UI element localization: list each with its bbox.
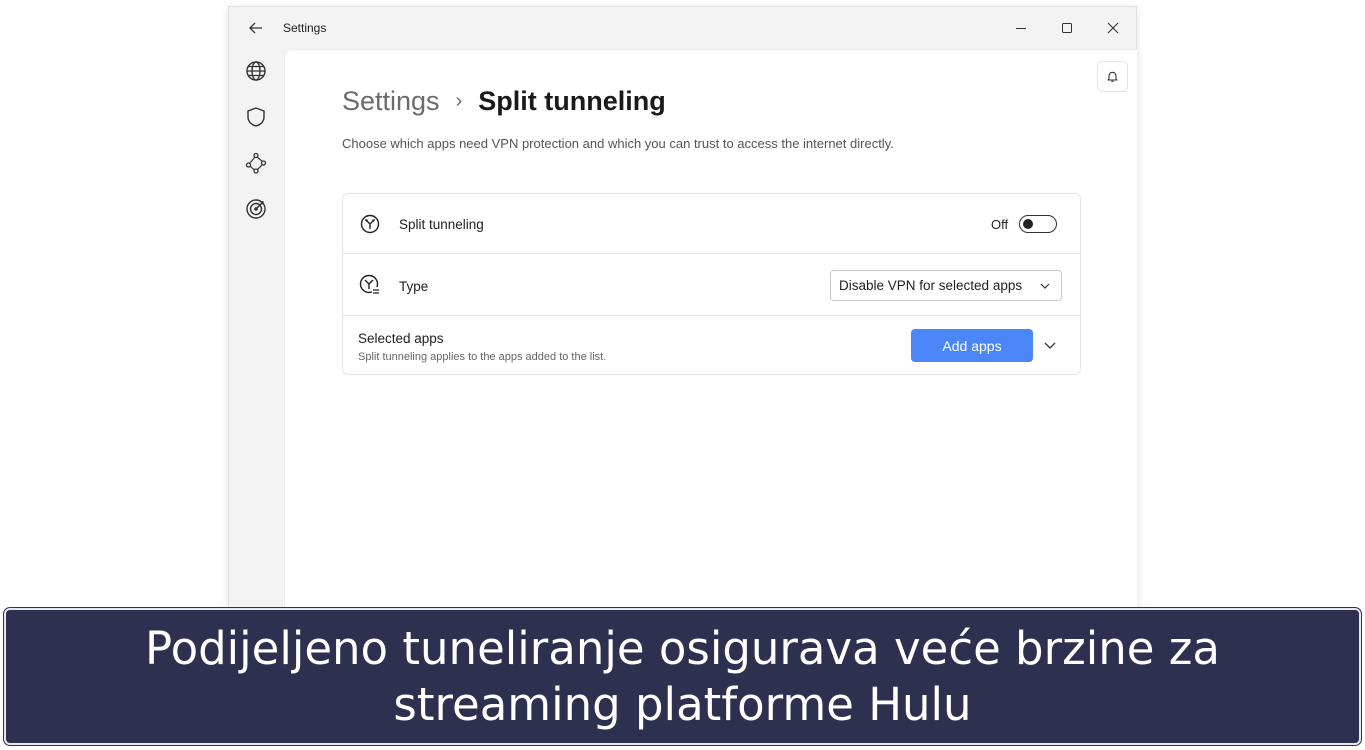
target-icon bbox=[246, 199, 266, 219]
split-tunneling-row-icon bbox=[359, 213, 381, 235]
expand-apps-button[interactable] bbox=[1039, 334, 1061, 356]
back-button[interactable] bbox=[245, 18, 267, 38]
network-nodes-icon bbox=[245, 152, 267, 174]
notifications-button[interactable] bbox=[1097, 61, 1128, 92]
selected-apps-subtitle: Split tunneling applies to the apps adde… bbox=[358, 351, 607, 363]
close-button[interactable] bbox=[1093, 15, 1133, 41]
title-bar: Settings bbox=[229, 7, 1136, 49]
selected-apps-title: Selected apps bbox=[358, 331, 444, 346]
globe-icon bbox=[246, 61, 266, 81]
sidebar-item-shield[interactable] bbox=[243, 104, 269, 130]
split-tunneling-label: Split tunneling bbox=[399, 217, 484, 232]
page-description: Choose which apps need VPN protection an… bbox=[342, 136, 894, 151]
maximize-icon bbox=[1062, 23, 1072, 33]
toggle-knob bbox=[1023, 218, 1033, 229]
shield-icon bbox=[247, 107, 265, 127]
bell-icon bbox=[1107, 71, 1118, 82]
page-title: Split tunneling bbox=[478, 86, 666, 116]
split-tunneling-toggle[interactable] bbox=[1019, 215, 1057, 233]
caption-banner: Podijeljeno tuneliranje osigurava veće b… bbox=[4, 608, 1361, 745]
sidebar-item-target[interactable] bbox=[243, 196, 269, 222]
breadcrumb-settings[interactable]: Settings bbox=[342, 86, 440, 117]
maximize-button[interactable] bbox=[1047, 15, 1087, 41]
sidebar-item-globe[interactable] bbox=[243, 58, 269, 84]
screenshot-stage: Settings Settings › Split tunneling Choo… bbox=[0, 0, 1365, 750]
chevron-down-icon bbox=[1040, 283, 1050, 289]
caption-line-1: Podijeljeno tuneliranje osigurava veće b… bbox=[145, 621, 1220, 675]
type-select-value: Disable VPN for selected apps bbox=[839, 278, 1023, 293]
add-apps-button[interactable]: Add apps bbox=[911, 329, 1033, 362]
chevron-down-icon bbox=[1044, 342, 1056, 349]
split-tunneling-row: Split tunneling Off bbox=[343, 194, 1080, 254]
settings-window: Settings Settings › Split tunneling Choo… bbox=[228, 6, 1137, 627]
window-title: Settings bbox=[283, 21, 327, 35]
sidebar-item-network[interactable] bbox=[243, 150, 269, 176]
breadcrumb: Settings › Split tunneling bbox=[342, 86, 666, 117]
settings-content: Settings › Split tunneling Choose which … bbox=[284, 49, 1137, 627]
back-arrow-icon bbox=[249, 22, 262, 34]
split-tunnel-icon bbox=[360, 214, 380, 234]
type-label: Type bbox=[399, 279, 429, 294]
toggle-state-label: Off bbox=[991, 217, 1009, 232]
minimize-icon bbox=[1016, 28, 1026, 29]
split-type-icon bbox=[359, 274, 380, 295]
split-tunneling-card: Split tunneling Off Type Disable VPN for… bbox=[342, 193, 1081, 375]
caption-line-2: streaming platforme Hulu bbox=[393, 677, 972, 731]
type-row: Type Disable VPN for selected apps bbox=[343, 254, 1080, 316]
minimize-button[interactable] bbox=[1001, 15, 1041, 41]
breadcrumb-separator: › bbox=[455, 90, 463, 112]
type-row-icon bbox=[359, 274, 381, 296]
close-icon bbox=[1107, 22, 1119, 34]
selected-apps-row: Selected apps Split tunneling applies to… bbox=[343, 316, 1080, 376]
type-select[interactable]: Disable VPN for selected apps bbox=[830, 270, 1062, 301]
